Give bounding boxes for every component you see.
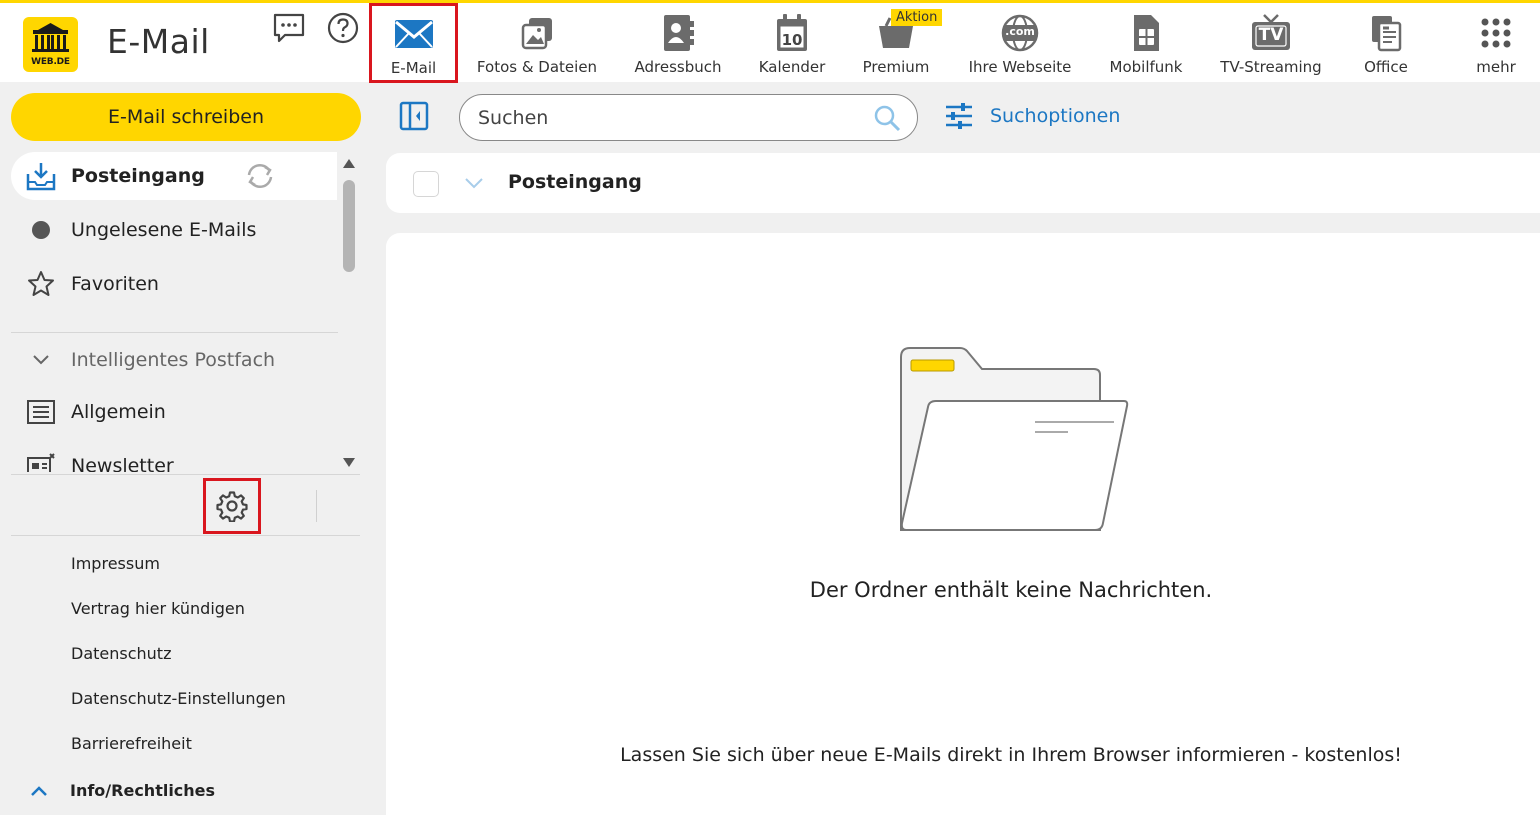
globe-com-text: .com	[1005, 25, 1035, 38]
list-icon	[25, 396, 57, 428]
chevron-down-icon	[25, 354, 57, 366]
photos-icon	[520, 12, 554, 54]
folder-general[interactable]: Allgemein	[11, 388, 337, 436]
folder-label: Favoriten	[71, 273, 159, 295]
nav-mobile[interactable]: Mobilfunk	[1107, 3, 1185, 82]
folder-inbox[interactable]: Posteingang	[11, 152, 337, 200]
nav-label: mehr	[1476, 58, 1516, 76]
nav-label: TV-Streaming	[1220, 58, 1322, 76]
nav-more[interactable]: mehr	[1468, 3, 1524, 82]
nav-label: Kalender	[758, 58, 826, 76]
nav-photos-files[interactable]: Fotos & Dateien	[476, 3, 598, 82]
globe-icon: .com	[1000, 12, 1040, 54]
mail-icon	[393, 13, 435, 55]
nav-label: E-Mail	[390, 59, 437, 77]
list-header-title: Posteingang	[508, 171, 642, 193]
folder-label: Ungelesene E-Mails	[71, 219, 257, 241]
scrollbar-thumb[interactable]	[343, 180, 355, 272]
search-box	[459, 94, 918, 141]
nav-label: Office	[1364, 58, 1408, 76]
tv-icon: TV	[1250, 12, 1292, 54]
top-bar: WEB.DE E-Mail E-Mail Fotos & Dateien Adr…	[0, 0, 1540, 83]
refresh-icon[interactable]	[243, 161, 277, 191]
settings-button[interactable]	[203, 478, 261, 534]
folder-label: Allgemein	[71, 401, 166, 423]
newsletter-icon	[25, 450, 57, 472]
chevron-up-icon	[30, 785, 48, 797]
info-legal-toggle[interactable]: Info/Rechtliches	[30, 781, 215, 800]
aktion-badge: Aktion	[891, 9, 943, 26]
nav-label: Ihre Webseite	[968, 58, 1072, 76]
toggle-sidebar-button[interactable]	[398, 100, 430, 132]
accessibility-link[interactable]: Barrierefreiheit	[71, 734, 192, 753]
star-icon	[25, 268, 57, 300]
privacy-link[interactable]: Datenschutz	[71, 644, 171, 663]
nav-email[interactable]: E-Mail	[369, 3, 458, 83]
nav-tv-streaming[interactable]: TV TV-Streaming	[1216, 3, 1326, 82]
app-title: E-Mail	[107, 22, 210, 61]
section-label: Intelligentes Postfach	[71, 349, 276, 371]
nav-label: Fotos & Dateien	[476, 58, 598, 76]
help-button[interactable]	[314, 0, 372, 56]
tv-text: TV	[1258, 25, 1284, 45]
folder-favorites[interactable]: Favoriten	[11, 260, 337, 308]
folder-newsletter[interactable]: Newsletter	[11, 442, 337, 472]
empty-folder-icon	[900, 347, 1129, 531]
webde-logo[interactable]: WEB.DE	[23, 17, 78, 72]
calendar-day-text: 10	[781, 31, 803, 49]
search-input[interactable]	[478, 105, 858, 131]
inbox-icon	[25, 160, 57, 192]
nav-calendar[interactable]: 10 Kalender	[756, 3, 828, 82]
chevron-down-icon[interactable]	[464, 174, 484, 193]
search-options-label: Suchoptionen	[990, 105, 1121, 127]
search-options-button[interactable]: Suchoptionen	[944, 102, 1120, 130]
tool-separator	[316, 490, 317, 522]
nav-address-book[interactable]: Adressbuch	[632, 3, 724, 82]
folder-label: Posteingang	[71, 165, 205, 187]
sliders-icon	[944, 102, 974, 130]
compose-email-button[interactable]: E-Mail schreiben	[11, 93, 361, 141]
message-list-header: Posteingang	[386, 153, 1540, 213]
folder-unread[interactable]: Ungelesene E-Mails	[11, 206, 337, 254]
empty-folder-message: Der Ordner enthält keine Nachrichten.	[809, 578, 1213, 602]
search-icon[interactable]	[873, 104, 901, 136]
folder-label: Newsletter	[71, 455, 174, 472]
divider	[11, 535, 360, 536]
office-icon	[1369, 12, 1403, 54]
message-list-area: Der Ordner enthält keine Nachrichten. La…	[386, 233, 1540, 815]
nav-office[interactable]: Office	[1358, 3, 1414, 82]
chat-icon	[273, 13, 305, 43]
folder-list: Posteingang Ungelesene E-Mails Favoriten…	[11, 152, 338, 472]
nav-label: Mobilfunk	[1109, 58, 1183, 76]
logo-text: WEB.DE	[31, 57, 70, 67]
divider	[11, 332, 338, 333]
address-book-icon	[661, 12, 695, 54]
privacy-settings-link[interactable]: Datenschutz-Einstellungen	[71, 689, 286, 708]
select-all-checkbox[interactable]	[413, 171, 439, 197]
sim-card-icon	[1131, 12, 1161, 54]
nav-label: Premium	[862, 58, 930, 76]
nav-premium[interactable]: Aktion Premium	[860, 3, 943, 82]
browser-notification-prompt[interactable]: Lassen Sie sich über neue E-Mails direkt…	[386, 744, 1540, 766]
brandenburg-gate-icon	[32, 23, 69, 52]
nav-label: Adressbuch	[634, 58, 722, 76]
footer-section-label: Info/Rechtliches	[70, 781, 216, 800]
unread-dot-icon	[25, 214, 57, 246]
apps-grid-icon	[1480, 12, 1512, 54]
calendar-icon: 10	[775, 12, 809, 54]
feedback-button[interactable]	[260, 0, 318, 56]
divider	[11, 474, 360, 475]
cancel-contract-link[interactable]: Vertrag hier kündigen	[71, 599, 245, 618]
gear-icon	[216, 490, 248, 522]
help-icon	[327, 12, 359, 44]
sidebar-collapse-icon	[399, 101, 429, 131]
smart-mailbox-toggle[interactable]: Intelligentes Postfach	[25, 349, 275, 371]
imprint-link[interactable]: Impressum	[71, 554, 160, 573]
nav-website[interactable]: .com Ihre Webseite	[965, 3, 1075, 82]
